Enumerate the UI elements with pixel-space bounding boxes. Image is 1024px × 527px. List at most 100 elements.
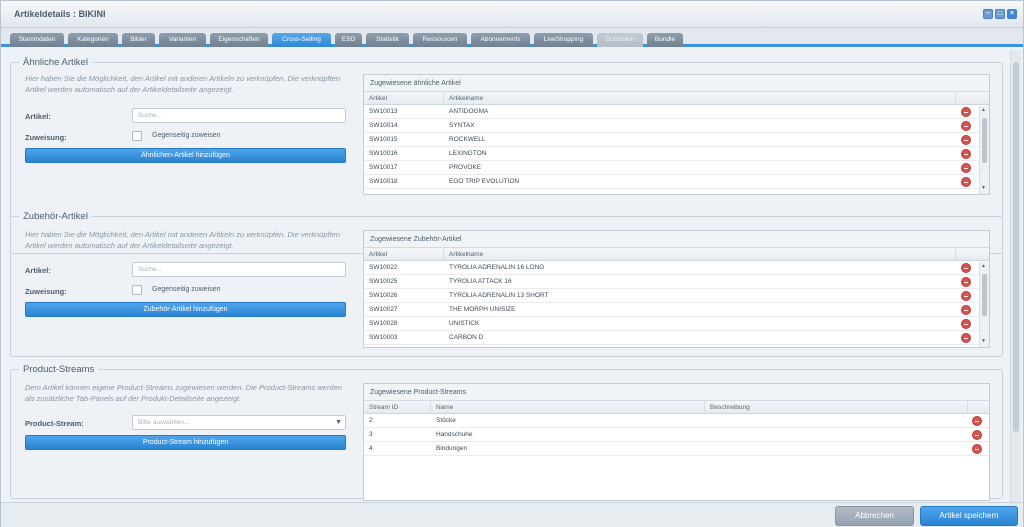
scroll-up-icon[interactable]: ▲ [981, 263, 986, 269]
table-row[interactable]: 2 Stöcke [364, 414, 989, 428]
tab-statistik[interactable]: Statistik [366, 33, 409, 47]
scroll-thumb[interactable] [982, 274, 987, 316]
accessory-search-input[interactable]: Suche... [132, 262, 346, 277]
table-row[interactable]: SW10014 SYNTAX [364, 119, 989, 133]
minimize-icon[interactable]: – [983, 9, 993, 19]
tab-esd[interactable]: ESD [335, 33, 362, 47]
tab-varianten[interactable]: Varianten [159, 33, 206, 47]
tab-stammdaten[interactable]: Stammdaten [10, 33, 64, 47]
tab-kategorien[interactable]: Kategorien [68, 33, 118, 47]
panel-scroll-thumb[interactable] [1013, 62, 1019, 432]
table-row[interactable]: 3 Handschuhe [364, 428, 989, 442]
scroll-down-icon[interactable]: ▼ [981, 185, 986, 191]
add-similar-article-button[interactable]: Ähnlichen-Artikel hinzufügen [25, 148, 346, 163]
similar-grid-scrollbar[interactable]: ▲ ▼ [979, 106, 989, 194]
column-stream-id[interactable]: Stream ID [364, 401, 431, 414]
similar-mutual-checkbox[interactable] [132, 131, 142, 141]
save-article-button[interactable]: Artikel speichern [920, 506, 1018, 526]
scroll-up-icon[interactable]: ▲ [981, 107, 986, 113]
cell-artikel: SW10028 [369, 320, 398, 327]
tab-abonnements[interactable]: Abonnements [471, 33, 530, 47]
scroll-thumb[interactable] [982, 118, 987, 163]
cell-artikel: SW10018 [369, 178, 398, 185]
column-beschreibung[interactable]: Beschreibung [705, 401, 968, 414]
cell-artikelname: CARBON D [449, 334, 484, 341]
streams-grid-title: Zugewiesene Product-Streams [364, 384, 989, 401]
table-row[interactable]: SW10027 THE MORPH UNISIZE [364, 303, 989, 317]
column-artikelname[interactable]: Artikelname [444, 92, 956, 105]
add-product-stream-button[interactable]: Product-Stream hinzufügen [25, 435, 346, 450]
delete-icon[interactable] [961, 305, 971, 315]
cell-name: Stöcke [436, 417, 456, 424]
cell-artikel: SW10013 [369, 108, 398, 115]
cell-artikelname: UNISTICK [449, 320, 480, 327]
cell-artikelname: SYNTAX [449, 122, 475, 129]
accessory-section-legend: Zubehör-Artikel [19, 211, 92, 222]
table-row[interactable]: SW10003 CARBON D [364, 331, 989, 345]
cell-artikelname: TYROLIA ADRENALIN 13 SHORT [449, 292, 549, 299]
table-row[interactable]: 4 Bindungen [364, 442, 989, 456]
delete-icon[interactable] [961, 277, 971, 287]
accessory-grid-scrollbar[interactable]: ▲ ▼ [979, 262, 989, 347]
product-stream-select[interactable]: Bitte auswählen... ▼ [132, 415, 346, 430]
delete-icon[interactable] [961, 107, 971, 117]
similar-articles-grid: Zugewiesene ähnliche Artikel Artikel Art… [363, 74, 990, 195]
table-row[interactable]: SW10022 TYROLIA ADRENALIN 16 LONG [364, 261, 989, 275]
accessory-assignment-label: Zuweisung: [25, 287, 67, 296]
similar-search-input[interactable]: Suche... [132, 108, 346, 123]
delete-icon[interactable] [972, 416, 982, 426]
tab-gutschein: Gutschein [597, 33, 643, 47]
delete-icon[interactable] [961, 333, 971, 343]
maximize-icon[interactable]: □ [995, 9, 1005, 19]
table-row[interactable]: SW10017 PROVOKE [364, 161, 989, 175]
cell-artikel: SW10017 [369, 164, 398, 171]
tab-bundle[interactable]: Bundle [647, 33, 683, 47]
accessory-mutual-checkbox[interactable] [132, 285, 142, 295]
add-accessory-article-button[interactable]: Zubehör-Artikel hinzufügen [25, 302, 346, 317]
table-row[interactable]: SW10025 TYROLIA ATTACK 16 [364, 275, 989, 289]
cell-artikel: SW10014 [369, 122, 398, 129]
delete-icon[interactable] [961, 121, 971, 131]
column-name[interactable]: Name [431, 401, 705, 414]
cell-artikelname: ROCKWELL [449, 136, 486, 143]
chevron-down-icon[interactable]: ▼ [335, 416, 342, 429]
product-stream-select-value: Bitte auswählen... [138, 419, 190, 426]
close-icon[interactable]: × [1007, 9, 1017, 19]
delete-icon[interactable] [961, 319, 971, 329]
delete-icon[interactable] [972, 444, 982, 454]
tab-liveshopping[interactable]: LiveShopping [534, 33, 593, 47]
similar-assignment-label: Zuweisung: [25, 133, 67, 142]
table-row[interactable]: SW10018 EGO TRIP EVOLUTION [364, 175, 989, 189]
cell-name: Bindungen [436, 445, 468, 452]
product-stream-label: Product-Stream: [25, 419, 84, 428]
window-titlebar[interactable]: Artikeldetails : BIKINI – □ × [1, 1, 1023, 28]
table-row[interactable]: SW10026 TYROLIA ADRENALIN 13 SHORT [364, 289, 989, 303]
streams-section-legend: Product-Streams [19, 364, 99, 375]
delete-icon[interactable] [961, 149, 971, 159]
tab-eigenschaften[interactable]: Eigenschaften [210, 33, 268, 47]
delete-icon[interactable] [961, 135, 971, 145]
similar-grid-title: Zugewiesene ähnliche Artikel [364, 75, 989, 92]
column-artikel[interactable]: Artikel [364, 92, 444, 105]
delete-icon[interactable] [972, 430, 982, 440]
scroll-down-icon[interactable]: ▼ [981, 338, 986, 344]
table-row[interactable]: SW10015 ROCKWELL [364, 133, 989, 147]
column-artikel[interactable]: Artikel [364, 248, 444, 261]
delete-icon[interactable] [961, 263, 971, 273]
delete-icon[interactable] [961, 291, 971, 301]
tab-bilder[interactable]: Bilder [122, 33, 155, 47]
table-row[interactable]: SW10016 LEXINGTON [364, 147, 989, 161]
cell-stream-id: 2 [369, 417, 373, 424]
delete-icon[interactable] [961, 177, 971, 187]
cell-stream-id: 3 [369, 431, 373, 438]
column-artikelname[interactable]: Artikelname [444, 248, 956, 261]
tab-cross-selling[interactable]: Cross-Selling [272, 33, 331, 47]
panel-scrollbar[interactable] [1010, 50, 1021, 502]
streams-grid-header: Stream ID Name Beschreibung [364, 401, 989, 414]
delete-icon[interactable] [961, 163, 971, 173]
table-row[interactable]: SW10028 UNISTICK [364, 317, 989, 331]
table-row[interactable]: SW10013 ANTIDOGMA [364, 105, 989, 119]
cancel-button[interactable]: Abbrechen [835, 506, 914, 526]
cell-artikelname: EGO TRIP EVOLUTION [449, 178, 520, 185]
tab-ressourcen[interactable]: Ressourcen [413, 33, 467, 47]
